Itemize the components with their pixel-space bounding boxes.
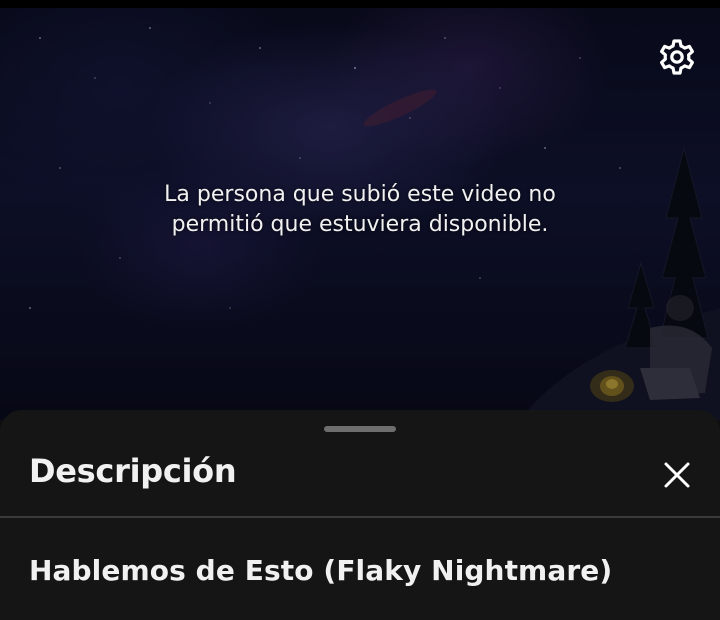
sheet-divider: [0, 516, 720, 518]
video-unavailable-message-line1: La persona que subió este video no: [164, 182, 556, 207]
close-button[interactable]: [652, 450, 702, 500]
sheet-drag-handle[interactable]: [324, 426, 396, 432]
description-sheet-title: Descripción: [29, 452, 237, 490]
video-unavailable-message-line2: permitió que estuviera disponible.: [171, 212, 549, 237]
video-title: Hablemos de Esto (Flaky Nightmare): [29, 554, 613, 587]
video-player[interactable]: La persona que subió este video no permi…: [0, 8, 720, 420]
description-sheet: Descripción Hablemos de Esto (Flaky Nigh…: [0, 410, 720, 620]
gear-icon: [660, 39, 694, 75]
app-screen: La persona que subió este video no permi…: [0, 0, 720, 620]
video-unavailable-message: La persona que subió este video no permi…: [110, 180, 610, 240]
close-icon: [664, 462, 690, 488]
status-bar: [0, 0, 720, 8]
settings-button[interactable]: [654, 34, 700, 80]
